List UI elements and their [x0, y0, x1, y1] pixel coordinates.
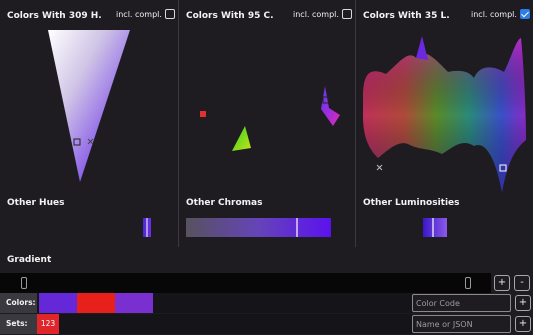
color-swatch-3[interactable]: [115, 293, 153, 313]
luminosity-plot[interactable]: [356, 0, 533, 247]
chroma-red-marker[interactable]: [200, 111, 206, 117]
luminosity-top-spike: [416, 36, 428, 60]
add-set-button[interactable]: +: [515, 316, 531, 332]
luminosity-gamut-shade: [363, 38, 526, 192]
gradient-handle-start[interactable]: [21, 277, 27, 289]
hue-plot[interactable]: [0, 0, 178, 247]
color-code-input[interactable]: [412, 294, 511, 312]
gradient-remove-button[interactable]: -: [514, 275, 530, 291]
other-hues-label: Other Hues: [7, 198, 65, 208]
other-chromas-bar[interactable]: [186, 218, 331, 237]
colors-label: Colors:: [0, 293, 37, 313]
other-luminosities-bar[interactable]: [423, 218, 447, 237]
chroma-purple-shape: [321, 86, 340, 126]
sets-bar: 123: [37, 314, 412, 334]
gradient-track[interactable]: [0, 273, 491, 293]
hue-gamut-shape: [48, 30, 130, 182]
hue-panel: Colors With 309 H. incl. compl. Other Hu…: [0, 0, 178, 247]
color-swatch-2[interactable]: [77, 293, 115, 313]
colors-bar: [37, 293, 412, 313]
add-color-button[interactable]: +: [515, 295, 531, 311]
gradient-title: Gradient: [7, 255, 52, 265]
gradient-add-button[interactable]: +: [494, 275, 510, 291]
gradient-handle-end[interactable]: [465, 277, 471, 289]
set-swatch[interactable]: 123: [37, 314, 59, 334]
color-swatch-1[interactable]: [39, 293, 77, 313]
other-chromas-label: Other Chromas: [186, 198, 263, 208]
other-luminosities-label: Other Luminosities: [363, 198, 460, 208]
set-name-input[interactable]: [412, 315, 511, 333]
luminosity-panel: Colors With 35 L. incl. compl. Other Lum…: [355, 0, 533, 247]
chroma-green-shape: [232, 126, 251, 151]
sets-label: Sets:: [0, 314, 37, 334]
luminosity-compl-marker: [376, 164, 383, 171]
chroma-panel: Colors With 95 C. incl. compl. Other Chr…: [178, 0, 355, 247]
chroma-plot[interactable]: [179, 0, 356, 247]
